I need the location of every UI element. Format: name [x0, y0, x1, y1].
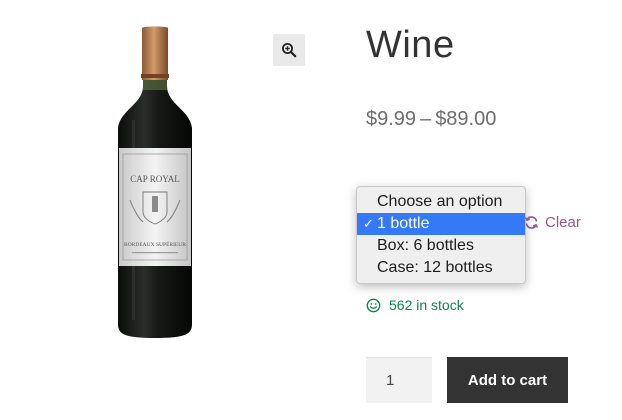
product-price: $9.99– $89.00 — [366, 108, 496, 131]
variation-select-dropdown[interactable]: Choose an option ✓ 1 bottle Box: 6 bottle… — [356, 186, 526, 284]
smiley-icon — [366, 298, 381, 313]
clear-label: Clear — [545, 214, 581, 231]
product-gallery: CAP ROYAL BORDEAUX SUPÉRIEUR — [0, 0, 320, 360]
stock-text: 562 in stock — [389, 297, 464, 313]
product-title: Wine — [366, 24, 455, 66]
bottle-label-brand: CAP ROYAL — [130, 174, 179, 184]
clear-variations-link[interactable]: Clear — [524, 214, 581, 231]
option-label: Case: 12 bottles — [377, 259, 493, 276]
price-min: $9.99 — [366, 108, 417, 130]
price-separator: – — [420, 108, 432, 130]
product-image[interactable]: CAP ROYAL BORDEAUX SUPÉRIEUR — [110, 24, 200, 342]
zoom-button[interactable] — [273, 34, 305, 66]
select-option-box[interactable]: Box: 6 bottles — [357, 235, 525, 257]
magnifier-plus-icon — [282, 43, 297, 58]
select-option-case[interactable]: Case: 12 bottles — [357, 257, 525, 279]
checkmark-icon: ✓ — [363, 216, 374, 231]
stock-status: 562 in stock — [366, 297, 464, 313]
option-label: Choose an option — [377, 193, 503, 210]
option-label: Box: 6 bottles — [377, 237, 474, 254]
add-to-cart-button[interactable]: Add to cart — [447, 357, 568, 403]
quantity-input[interactable] — [366, 357, 432, 403]
refresh-icon — [524, 215, 539, 230]
option-label: 1 bottle — [377, 215, 430, 232]
select-option-placeholder[interactable]: Choose an option — [357, 191, 525, 213]
price-max: $89.00 — [435, 108, 497, 130]
select-option-1-bottle[interactable]: ✓ 1 bottle — [357, 213, 525, 235]
